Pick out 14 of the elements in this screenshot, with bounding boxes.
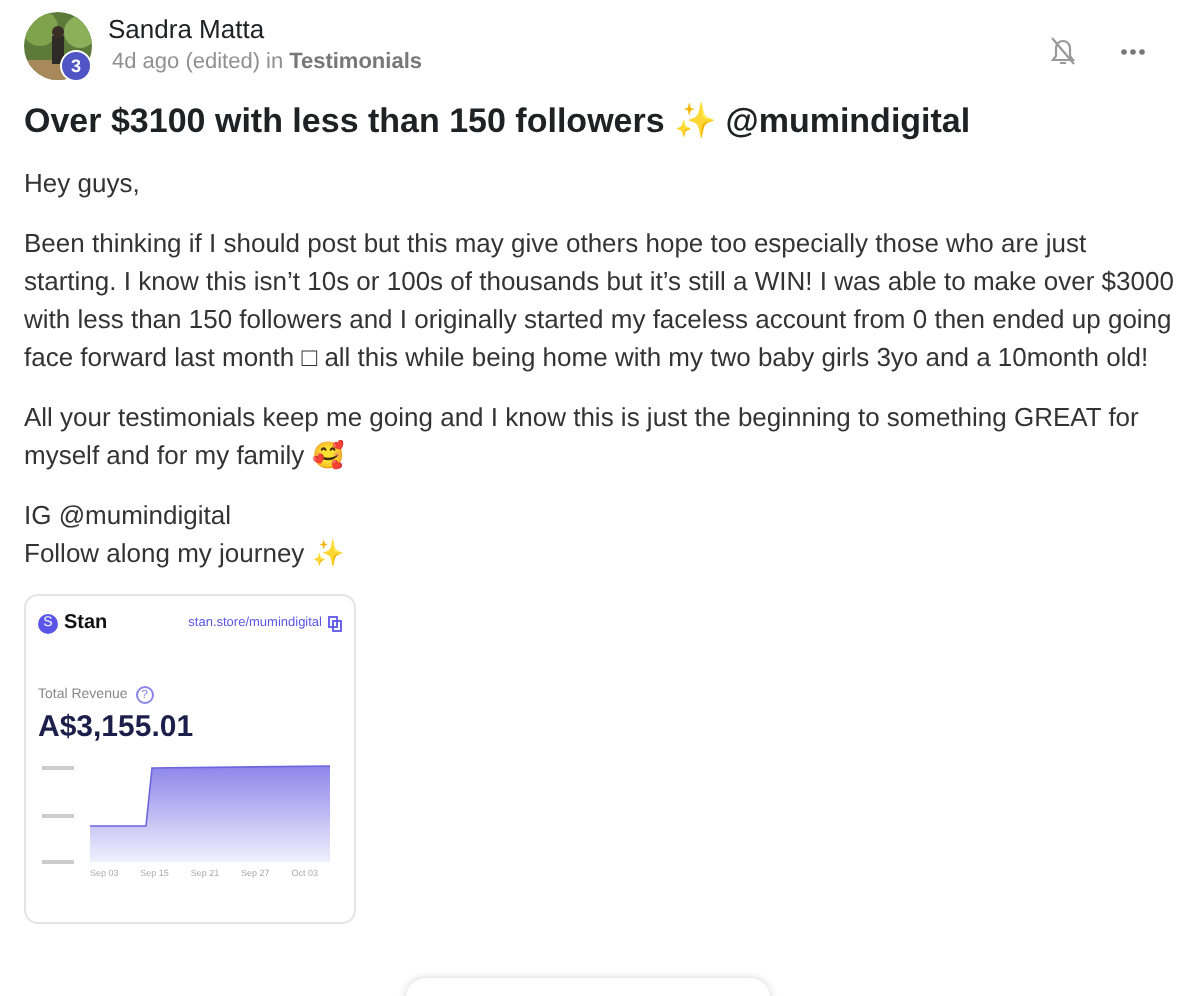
post-paragraph: All your testimonials keep me going and I know this is just the beginning to something GREAT for myself and for my family 🥰 xyxy=(24,400,1141,474)
category-link[interactable]: Testimonials xyxy=(289,50,422,74)
copy-icon[interactable] xyxy=(328,615,342,631)
in-label: in xyxy=(266,50,284,74)
metric-value: A$3,155.01 xyxy=(38,710,196,744)
post-title: Over $3100 with less than 150 followers ✨ @mumindigital xyxy=(24,100,973,142)
bell-off-icon[interactable] xyxy=(1050,36,1076,66)
brand-name: Stan xyxy=(64,612,110,634)
author-name[interactable]: Sandra Matta xyxy=(108,14,1034,44)
more-icon[interactable] xyxy=(1120,47,1146,55)
post-time: 4d ago (edited) xyxy=(112,50,260,74)
post-paragraph: Been thinking if I should post but this may give others hope too especially those who are just starting. I know this isn’t 10s or 100s of thousands but it’s still a WIN! I was able to make over $3000 with less than 150 followers and I originally started my faceless account from 0 then ended up going face forward last month □ all this while being home with my two baby girls 3yo and a 10month old! xyxy=(24,226,1174,376)
post-paragraph: IG @mumindigital Follow along my journey ✨ xyxy=(24,498,346,572)
post-paragraph: Hey guys, xyxy=(24,166,142,202)
